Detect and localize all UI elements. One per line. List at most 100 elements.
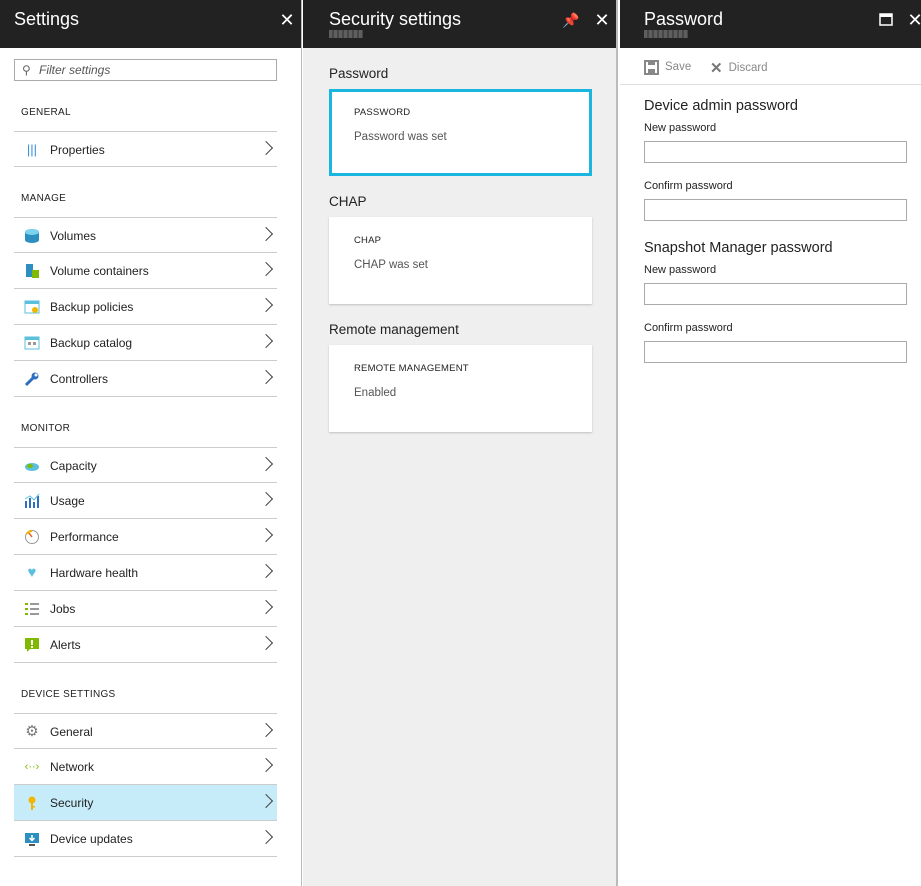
discard-button[interactable]: ✕ Discard [710, 59, 768, 77]
sidebar-item-label: Volumes [50, 229, 97, 243]
sidebar-item-performance[interactable]: Performance [14, 519, 277, 555]
chevron-right-icon [258, 563, 274, 579]
pin-icon[interactable]: 📌 [562, 11, 580, 29]
sidebar-item-label: Usage [50, 494, 85, 508]
password-blade: Password ✕ Save ✕ Discard Device admin pa… [620, 0, 921, 886]
sidebar-item-volume-containers[interactable]: Volume containers [14, 253, 277, 289]
volume-containers-icon [24, 263, 40, 279]
chevron-right-icon [258, 527, 274, 543]
chevron-right-icon [258, 456, 274, 472]
snapshot-new-password-field[interactable] [644, 283, 907, 305]
volumes-icon [24, 228, 40, 244]
remote-management-tile[interactable]: REMOTE MANAGEMENT Enabled [329, 345, 592, 432]
tile-value: CHAP was set [354, 259, 428, 271]
sidebar-item-controllers[interactable]: Controllers [14, 361, 277, 397]
sidebar-item-label: Jobs [50, 602, 76, 616]
group-remote-management-heading: Remote management [329, 322, 459, 337]
device-admin-new-password-field[interactable] [644, 141, 907, 163]
sidebar-item-alerts[interactable]: Alerts [14, 627, 277, 663]
manage-menu: Volumes Volume containers Backup policie… [14, 217, 277, 397]
tile-label: PASSWORD [354, 107, 411, 118]
sidebar-item-backup-policies[interactable]: Backup policies [14, 289, 277, 325]
filter-settings-input[interactable]: ⚲ Filter settings [14, 59, 277, 81]
usage-chart-icon [24, 493, 40, 509]
jobs-list-icon [24, 601, 40, 617]
device-updates-icon [24, 831, 40, 847]
chevron-right-icon [258, 140, 274, 156]
chevron-right-icon [258, 226, 274, 242]
general-menu: ||| Properties [14, 131, 277, 167]
sidebar-item-label: Alerts [50, 638, 81, 652]
sidebar-item-security[interactable]: Security [14, 785, 277, 821]
sidebar-item-jobs[interactable]: Jobs [14, 591, 277, 627]
properties-icon: ||| [26, 142, 38, 157]
device-name-redacted [329, 30, 363, 38]
sidebar-item-properties[interactable]: ||| Properties [14, 131, 277, 167]
group-chap-heading: CHAP [329, 194, 367, 209]
sidebar-item-usage[interactable]: Usage [14, 483, 277, 519]
section-device-settings: DEVICE SETTINGS [21, 689, 116, 700]
gear-icon: ⚙ [25, 723, 39, 740]
security-header: Security settings 📌 ✕ [303, 0, 616, 48]
sidebar-item-device-updates[interactable]: Device updates [14, 821, 277, 857]
close-icon[interactable]: ✕ [906, 11, 921, 29]
chevron-right-icon [258, 297, 274, 313]
backup-policies-icon [24, 299, 40, 315]
close-icon[interactable]: ✕ [278, 11, 296, 29]
sidebar-item-label: Controllers [50, 372, 109, 386]
sidebar-item-general[interactable]: ⚙ General [14, 713, 277, 749]
settings-blade: Settings ✕ ⚲ Filter settings GENERAL |||… [0, 0, 302, 886]
sidebar-item-hardware-health[interactable]: ♥ Hardware health [14, 555, 277, 591]
alert-icon [24, 637, 40, 653]
chap-tile[interactable]: CHAP CHAP was set [329, 217, 592, 304]
sidebar-item-capacity[interactable]: Capacity [14, 447, 277, 483]
sidebar-item-volumes[interactable]: Volumes [14, 217, 277, 253]
gauge-icon [24, 529, 40, 545]
close-icon[interactable]: ✕ [593, 11, 611, 29]
section-monitor: MONITOR [21, 423, 71, 434]
save-icon [644, 59, 659, 76]
discard-label: Discard [728, 62, 768, 74]
sidebar-item-label: Volume containers [50, 264, 149, 278]
sidebar-item-label: Backup policies [50, 300, 134, 314]
maximize-icon[interactable] [877, 11, 895, 29]
snapshot-confirm-password-field[interactable] [644, 341, 907, 363]
sidebar-item-label: Capacity [50, 459, 97, 473]
security-settings-blade: Security settings 📌 ✕ Password PASSWORD … [303, 0, 618, 886]
chevron-right-icon [258, 261, 274, 277]
sidebar-item-backup-catalog[interactable]: Backup catalog [14, 325, 277, 361]
settings-title: Settings [14, 9, 80, 29]
tile-label: REMOTE MANAGEMENT [354, 363, 469, 374]
snapshot-new-label: New password [644, 264, 717, 276]
capacity-icon [24, 458, 40, 474]
password-tile[interactable]: PASSWORD Password was set [329, 89, 592, 176]
network-icon: ‹··› [24, 761, 40, 773]
chevron-right-icon [258, 757, 274, 773]
device-admin-confirm-label: Confirm password [644, 180, 733, 192]
chevron-right-icon [258, 635, 274, 651]
save-button[interactable]: Save [644, 59, 691, 76]
section-general: GENERAL [21, 107, 71, 118]
command-bar: Save ✕ Discard [620, 48, 921, 85]
sidebar-item-network[interactable]: ‹··› Network [14, 749, 277, 785]
key-icon [24, 795, 40, 811]
password-header: Password ✕ [620, 0, 921, 48]
sidebar-item-label: Device updates [50, 832, 133, 846]
device-settings-menu: ⚙ General ‹··› Network Security Device u… [14, 713, 277, 857]
monitor-menu: Capacity Usage Performance ♥ Hardware he… [14, 447, 277, 663]
password-title: Password [644, 9, 724, 29]
search-icon: ⚲ [22, 63, 31, 77]
chevron-right-icon [258, 793, 274, 809]
tile-value: Password was set [354, 131, 447, 143]
group-password-heading: Password [329, 66, 389, 81]
sidebar-item-label: Performance [50, 530, 119, 544]
sidebar-item-label: Hardware health [50, 566, 139, 580]
device-admin-confirm-password-field[interactable] [644, 199, 907, 221]
sidebar-item-label: Properties [50, 143, 105, 157]
snapshot-manager-heading: Snapshot Manager password [644, 240, 833, 256]
chevron-right-icon [258, 599, 274, 615]
chevron-right-icon [258, 333, 274, 349]
device-admin-heading: Device admin password [644, 98, 798, 114]
sidebar-item-label: Security [50, 796, 94, 810]
discard-icon: ✕ [710, 60, 723, 77]
